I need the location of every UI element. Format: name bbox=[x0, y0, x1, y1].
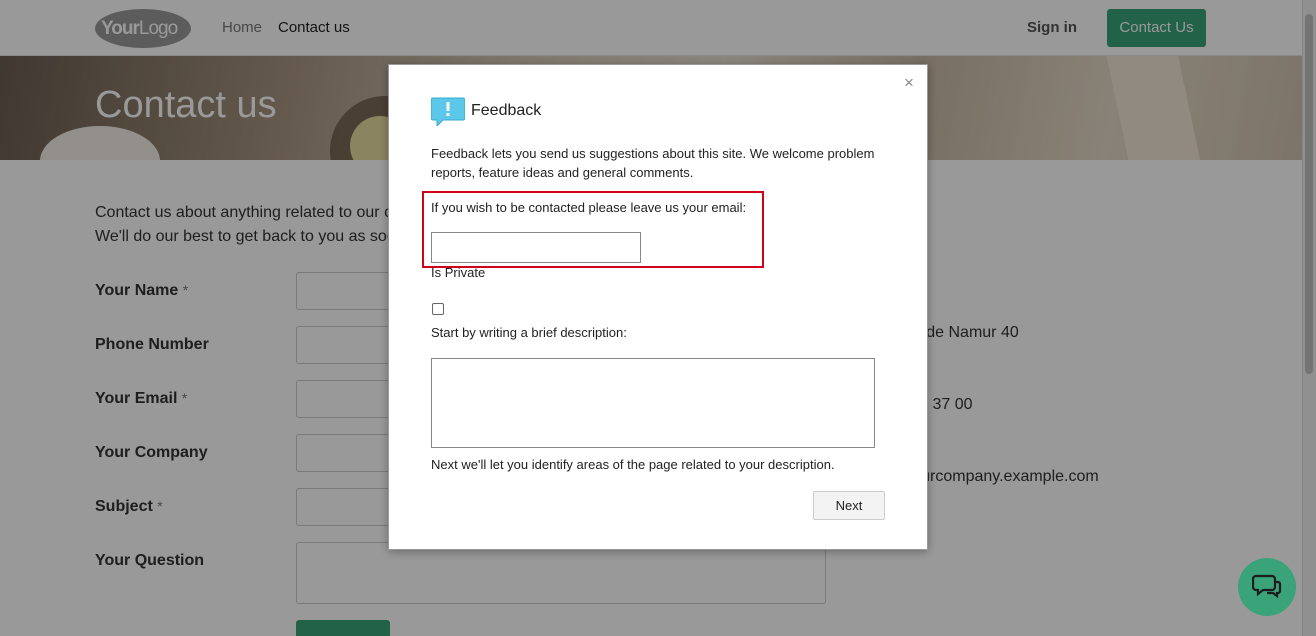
description-textarea[interactable] bbox=[431, 358, 875, 448]
email-label: If you wish to be contacted please leave… bbox=[431, 200, 747, 215]
chat-icon bbox=[1252, 574, 1282, 599]
is-private-checkbox[interactable] bbox=[432, 303, 444, 315]
next-button[interactable]: Next bbox=[813, 491, 885, 520]
email-field[interactable] bbox=[431, 232, 641, 263]
next-step-note: Next we'll let you identify areas of the… bbox=[431, 457, 835, 472]
feedback-dialog: × Feedback Feedback lets you send us sug… bbox=[388, 64, 928, 550]
dialog-description: Feedback lets you send us suggestions ab… bbox=[431, 146, 875, 180]
is-private-label: Is Private bbox=[431, 265, 486, 280]
description-label: Start by writing a brief description: bbox=[431, 325, 627, 340]
live-chat-button[interactable] bbox=[1238, 558, 1296, 616]
close-icon[interactable]: × bbox=[904, 73, 914, 93]
feedback-icon bbox=[431, 97, 465, 126]
dialog-title: Feedback bbox=[471, 102, 542, 119]
